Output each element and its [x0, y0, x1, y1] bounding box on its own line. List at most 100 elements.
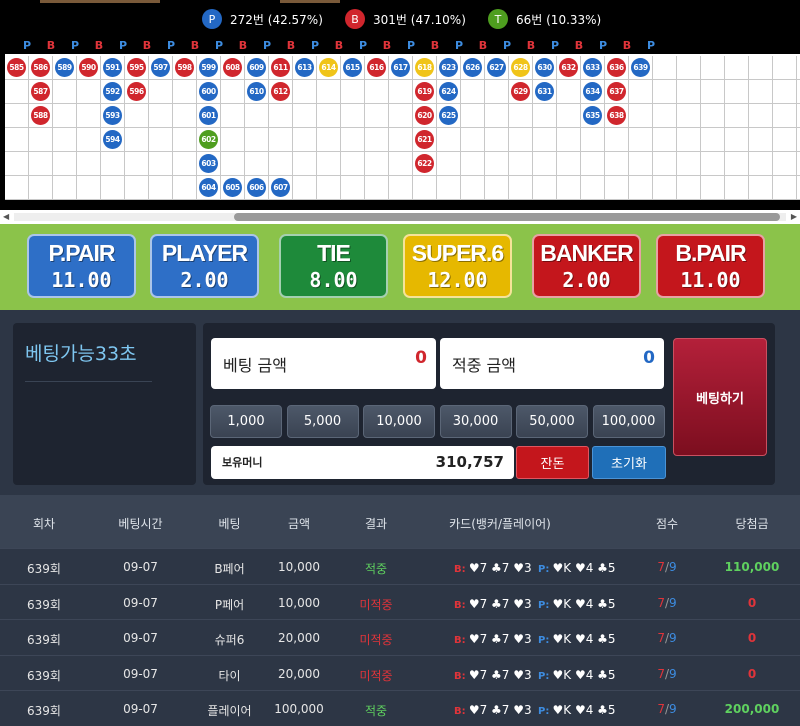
road-cell — [77, 104, 101, 128]
column-header: 금액 — [287, 517, 311, 531]
road-header-label: B — [46, 39, 56, 52]
road-cell — [605, 152, 629, 176]
chip-button[interactable]: 5,000 — [286, 405, 359, 438]
chip-button[interactable]: 1,000 — [210, 405, 282, 438]
road-cell — [509, 176, 533, 200]
road-bead: 613 — [295, 58, 314, 77]
banker-tag: B: — [454, 564, 466, 575]
road-header-label: B — [94, 39, 104, 52]
banker-tag: B: — [454, 635, 466, 646]
road-cell — [365, 152, 389, 176]
betting-timer: 베팅가능33초 — [25, 343, 137, 365]
road-bead: 597 — [151, 58, 170, 77]
round-cell: 639회 — [27, 597, 61, 612]
road-header-label: B — [238, 39, 248, 52]
scroll-thumb[interactable] — [234, 213, 780, 221]
bet-history-table: 회차 베팅시간 베팅 금액 결과 카드(뱅커/플레이어) 점수 당첨금 639회 09-07 B페… — [0, 495, 800, 726]
road-cell — [245, 128, 269, 152]
road-cell — [173, 176, 197, 200]
scroll-left-arrow-icon[interactable]: ◀ — [3, 212, 9, 221]
reset-button[interactable]: 초기화 — [592, 446, 666, 479]
road-cell — [509, 152, 533, 176]
bet-tab-name: PLAYER — [161, 240, 248, 266]
bet-tab-tie[interactable]: TIE 8.00 — [279, 234, 388, 298]
road-cell — [773, 128, 797, 152]
stats-bar: P 272번 (42.57%) B 301번 (47.10%) T 66번 (1… — [0, 0, 800, 38]
road-cell — [461, 80, 485, 104]
tie-stat: T 66번 (10.33%) — [488, 8, 601, 30]
road-cell — [221, 128, 245, 152]
bet-tab-name: P.PAIR — [48, 240, 115, 266]
chip-button[interactable]: 30,000 — [439, 405, 512, 438]
road-bead: 601 — [199, 106, 218, 125]
road-cell — [725, 176, 749, 200]
cards-cell: B: ♥7 ♣7 ♥3 P: ♥K ♥4 ♣5 — [454, 703, 616, 717]
balance-value: 310,757 — [435, 453, 504, 471]
road-cell — [389, 152, 413, 176]
road-cell — [773, 56, 797, 80]
road-cell — [341, 152, 365, 176]
road-bead: 603 — [199, 154, 218, 173]
road-cell — [725, 104, 749, 128]
bet-tab-name: BANKER — [540, 240, 633, 266]
road-header-label: B — [622, 39, 632, 52]
place-bet-button[interactable]: 베팅하기 — [673, 338, 767, 456]
banker-score: 7 — [657, 666, 665, 681]
road-cell — [581, 176, 605, 200]
road-cell — [677, 80, 701, 104]
player-cards: ♥K ♥4 ♣5 — [552, 561, 616, 575]
scroll-right-arrow-icon[interactable]: ▶ — [791, 212, 797, 221]
player-tag: P: — [537, 564, 550, 575]
banker-cards: ♥7 ♣7 ♥3 — [468, 596, 532, 611]
road-cell — [557, 176, 581, 200]
road-header-label: P — [406, 39, 416, 52]
bet-tab-p-pair[interactable]: P.PAIR 11.00 — [27, 234, 136, 298]
bet-tab-odds: 11.00 — [680, 268, 741, 292]
chip-button[interactable]: 50,000 — [516, 405, 588, 438]
road-cell — [485, 152, 509, 176]
road-cell — [677, 176, 701, 200]
road-cell — [701, 176, 725, 200]
road-cell — [605, 128, 629, 152]
road-cell — [701, 128, 725, 152]
road-cell — [29, 176, 53, 200]
road-cell — [173, 80, 197, 104]
road-bead: 631 — [535, 82, 554, 101]
road-cell — [341, 128, 365, 152]
road-bead: 634 — [583, 82, 602, 101]
chip-button[interactable]: 100,000 — [592, 405, 665, 438]
change-button[interactable]: 잔돈 — [516, 446, 589, 479]
road-bead: 629 — [511, 82, 530, 101]
score-cell: 7/9 — [657, 666, 677, 681]
bet-tab-banker[interactable]: BANKER 2.00 — [532, 234, 641, 298]
road-bead: 628 — [511, 58, 530, 77]
road-bead: 624 — [439, 82, 458, 101]
road-bead: 608 — [223, 58, 242, 77]
road-scrollbar[interactable]: ◀ ▶ — [0, 210, 800, 224]
road-cell — [77, 80, 101, 104]
banker-score: 7 — [657, 595, 665, 610]
player-tag: P: — [537, 635, 550, 646]
road-bead: 626 — [463, 58, 482, 77]
result-cell: 미적중 — [359, 668, 393, 683]
road-cell — [653, 176, 677, 200]
road-cell — [173, 128, 197, 152]
bet-tab-super-6[interactable]: SUPER.6 12.00 — [403, 234, 512, 298]
bet-tab-b-pair[interactable]: B.PAIR 11.00 — [656, 234, 765, 298]
chip-button[interactable]: 10,000 — [363, 405, 435, 438]
road-cell — [533, 128, 557, 152]
road-header-label: P — [118, 39, 128, 52]
video-strip — [40, 0, 160, 3]
road-bead: 622 — [415, 154, 434, 173]
road-cell — [461, 152, 485, 176]
bet-tab-player[interactable]: PLAYER 2.00 — [150, 234, 259, 298]
road-cell — [5, 152, 29, 176]
road-cell — [485, 176, 509, 200]
road-bead: 615 — [343, 58, 362, 77]
player-cards: ♥K ♥4 ♣5 — [552, 596, 616, 611]
player-cards: ♥K ♥4 ♣5 — [552, 667, 616, 682]
table-row: 639회 09-07 슈퍼6 20,000 미적중 B: ♥7 ♣7 ♥3 P: ♥K ♥… — [0, 619, 800, 655]
road-cell — [269, 104, 293, 128]
result-cell: 적중 — [364, 562, 388, 576]
road-bead: 621 — [415, 130, 434, 149]
